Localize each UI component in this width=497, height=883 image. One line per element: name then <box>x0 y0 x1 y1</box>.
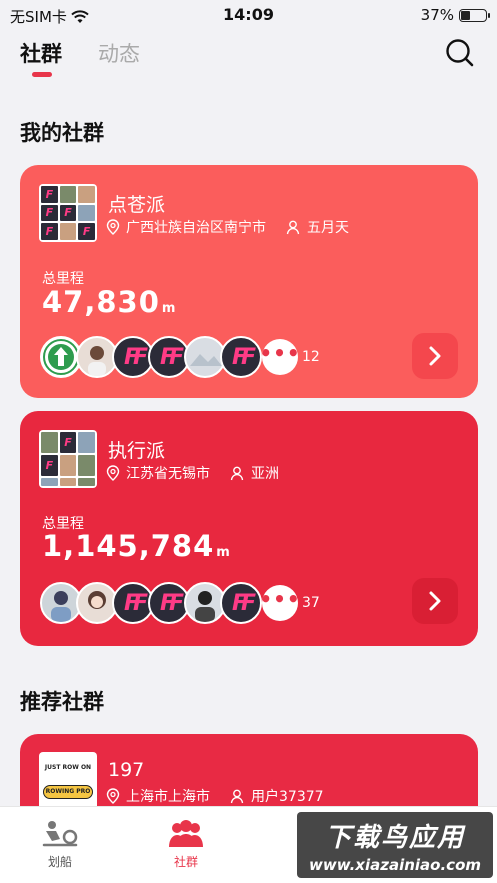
distance-unit: m <box>161 301 176 316</box>
logo-main-text: ROWING PRO <box>43 784 93 799</box>
more-members-button[interactable]: ••• <box>262 339 298 375</box>
distance-unit: m <box>216 545 230 560</box>
more-members-button[interactable]: ••• <box>262 585 298 621</box>
group-owner: 五月天 <box>307 220 349 236</box>
member-count: 37 <box>302 595 320 611</box>
group-people-icon <box>169 820 203 847</box>
total-distance-value: 1,145,784 m <box>42 529 230 563</box>
nav-rowing-label: 划船 <box>47 855 72 869</box>
avatar: FF <box>220 336 262 378</box>
active-tab-indicator <box>32 72 52 77</box>
search-button[interactable] <box>445 38 475 68</box>
nav-community[interactable]: 社群 <box>126 807 246 870</box>
enter-group-button[interactable] <box>412 333 458 379</box>
recommended-groups-title: 推荐社群 <box>20 690 104 714</box>
group-name: 执行派 <box>108 440 166 462</box>
enter-group-button[interactable] <box>412 578 458 624</box>
tab-community[interactable]: 社群 <box>20 38 62 68</box>
watermark-url: www.xiazainiao.com <box>308 855 482 874</box>
nav-community-label: 社群 <box>173 855 198 869</box>
my-groups-title: 我的社群 <box>20 121 104 145</box>
group-owner: 亚洲 <box>251 466 279 482</box>
member-count: 12 <box>302 349 320 365</box>
logo-top-text: JUST ROW ON <box>44 763 92 771</box>
person-icon <box>286 220 300 234</box>
battery-group: 37% <box>420 6 490 24</box>
tab-feed[interactable]: 动态 <box>98 38 140 68</box>
group-meta: 上海市上海市 用户37377 <box>106 786 324 806</box>
battery-fill <box>461 10 470 20</box>
group-meta: 江苏省无锡市 亚洲 <box>106 463 279 483</box>
group-card[interactable]: 点苍派 广西壮族自治区南宁市 五月天 总里程 47,830m FF FF FF … <box>20 165 478 398</box>
top-tabs: 社群 动态 <box>20 38 140 77</box>
total-distance-value: 47,830 m <box>42 285 175 319</box>
chevron-right-icon <box>429 591 441 611</box>
distance-number: 47,830 <box>42 285 160 319</box>
group-card[interactable]: 执行派 江苏省无锡市 亚洲 总里程 1,145,784m FF FF FF ••… <box>20 411 478 646</box>
status-bar: 无SIM卡 14:09 37% <box>0 0 497 30</box>
group-location: 广西壮族自治区南宁市 <box>126 220 266 236</box>
member-avatars[interactable]: FF FF FF ••• 12 <box>40 336 320 378</box>
group-location: 上海市上海市 <box>126 789 210 805</box>
location-pin-icon <box>106 219 120 235</box>
group-thumbnail <box>39 430 97 488</box>
group-meta: 广西壮族自治区南宁市 五月天 <box>106 217 349 237</box>
battery-percent: 37% <box>420 6 454 24</box>
location-pin-icon <box>106 788 120 804</box>
group-name: 点苍派 <box>108 194 166 216</box>
battery-icon <box>459 8 490 22</box>
group-owner: 用户37377 <box>251 789 324 805</box>
nav-rowing[interactable]: 划船 <box>0 807 120 870</box>
group-name: 197 <box>108 759 145 781</box>
more-dots: ••• <box>262 341 298 365</box>
person-icon <box>230 789 244 803</box>
chevron-right-icon <box>429 346 441 366</box>
rowing-icon <box>42 821 78 847</box>
avatar: FF <box>220 582 262 624</box>
location-pin-icon <box>106 465 120 481</box>
more-dots: ••• <box>262 587 298 611</box>
watermark: 下载鸟应用 www.xiazainiao.com <box>297 812 493 878</box>
person-icon <box>230 466 244 480</box>
distance-number: 1,145,784 <box>42 529 215 563</box>
member-avatars[interactable]: FF FF FF ••• 37 <box>40 582 320 624</box>
group-logo: JUST ROW ON ROWING PRO <box>39 752 97 810</box>
group-thumbnail <box>39 184 97 242</box>
search-icon <box>446 39 474 67</box>
group-location: 江苏省无锡市 <box>126 466 210 482</box>
watermark-title: 下载鸟应用 <box>324 822 465 853</box>
up-arrow-logo-icon <box>43 339 79 375</box>
